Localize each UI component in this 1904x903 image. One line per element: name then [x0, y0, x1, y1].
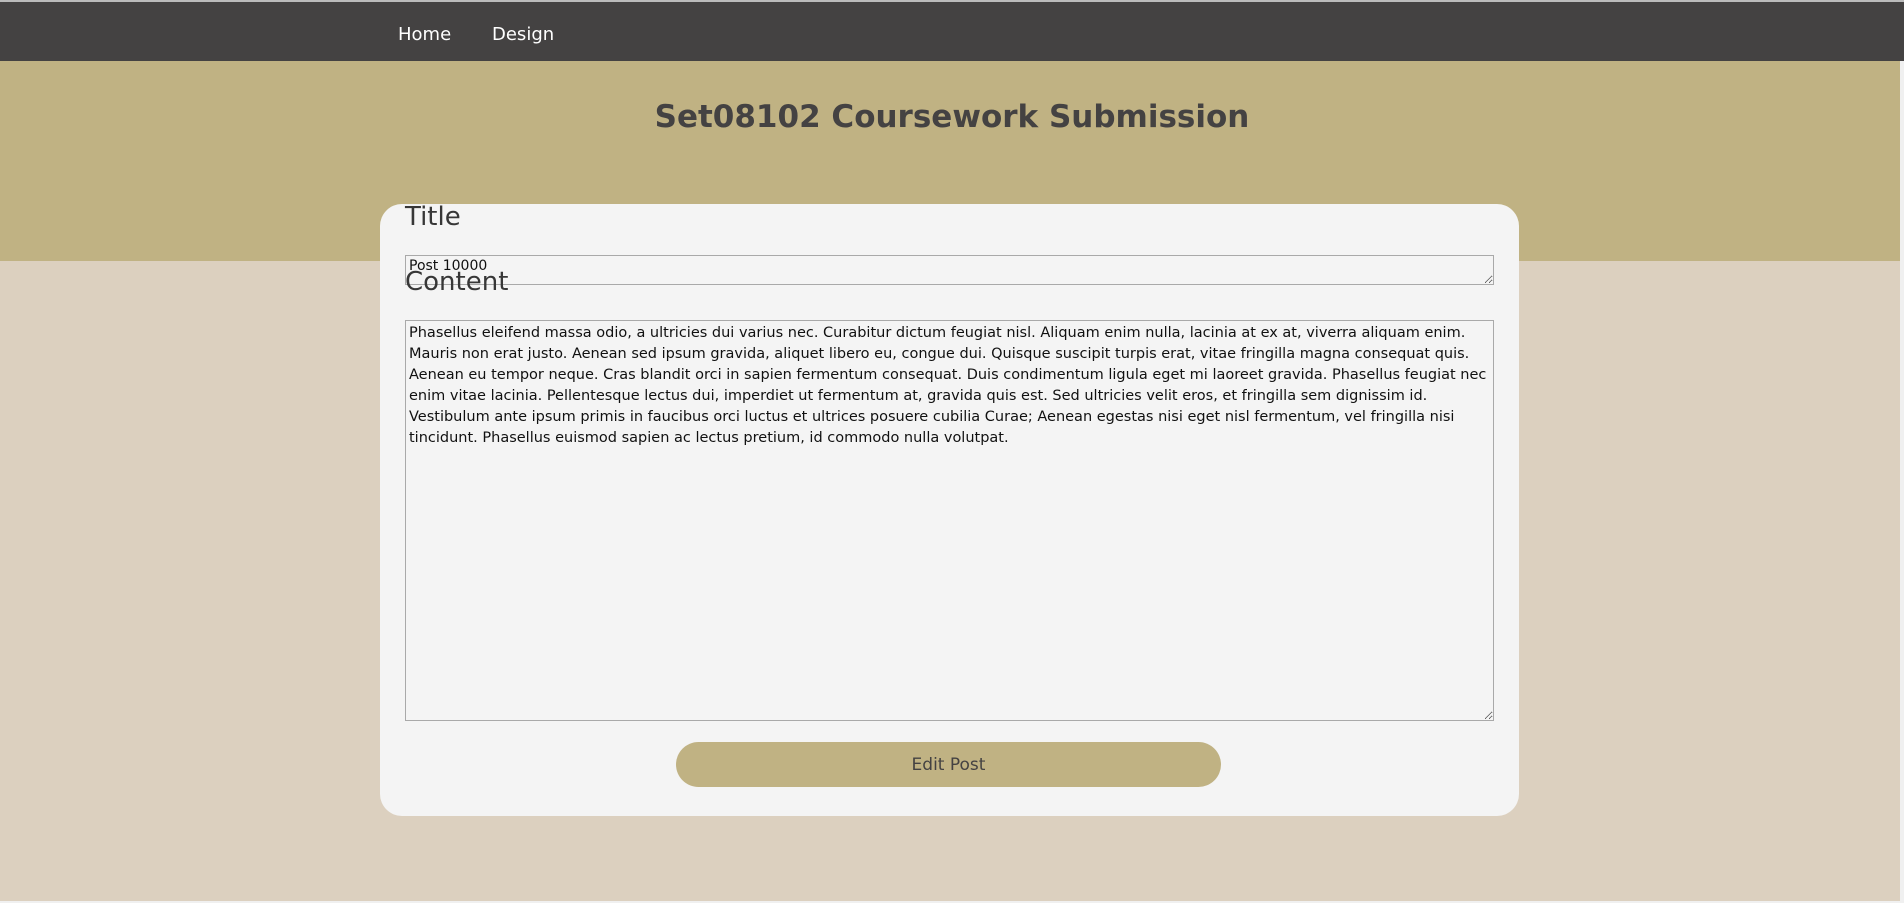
scrollbar[interactable] — [1900, 61, 1904, 902]
nav-home-link[interactable]: Home — [398, 24, 451, 45]
page-title: Set08102 Coursework Submission — [654, 99, 1250, 135]
nav-design-link[interactable]: Design — [492, 24, 554, 45]
top-nav: Home Design — [0, 0, 1904, 61]
edit-post-form: Title Post 10000 Content Phasellus eleif… — [380, 202, 1519, 816]
title-label: Title — [405, 202, 461, 232]
edit-post-button[interactable]: Edit Post — [676, 742, 1221, 787]
content-textarea[interactable]: Phasellus eleifend massa odio, a ultrici… — [405, 320, 1494, 721]
content-label: Content — [405, 267, 509, 297]
title-input[interactable]: Post 10000 — [405, 255, 1494, 285]
